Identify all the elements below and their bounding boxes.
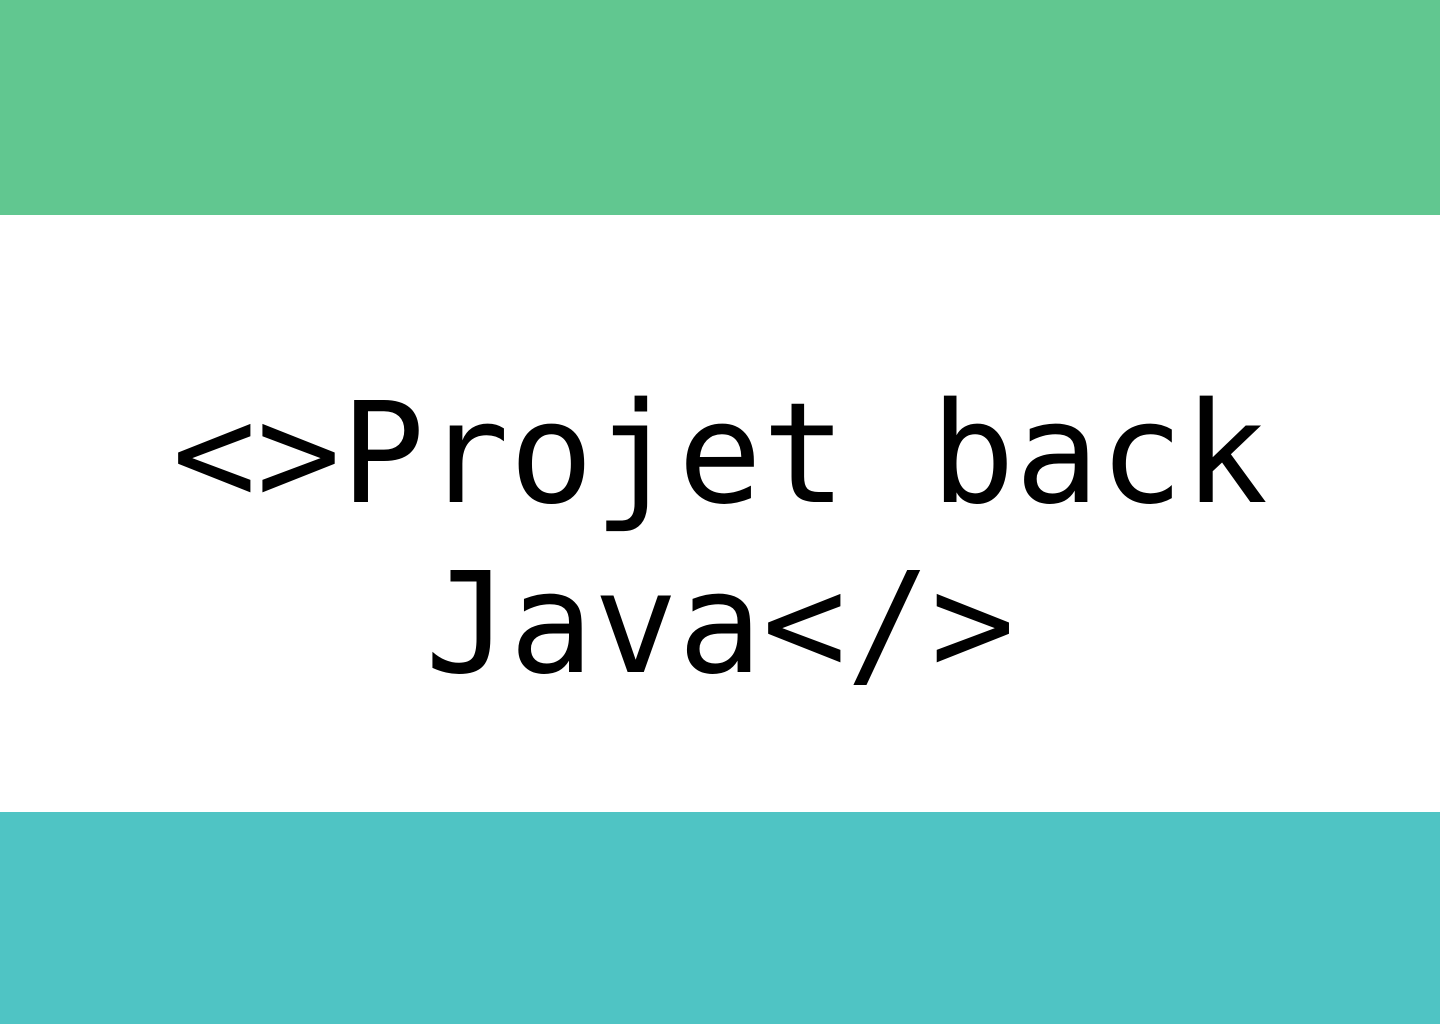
cover-page: <>Projet back Java</> (0, 0, 1440, 1024)
title-line-1: <>Projet back (172, 373, 1268, 536)
title-line-2: Java</> (424, 543, 1015, 706)
bottom-color-band (0, 812, 1440, 1024)
page-title: <>Projet back Java</> (0, 370, 1440, 710)
top-color-band (0, 0, 1440, 215)
